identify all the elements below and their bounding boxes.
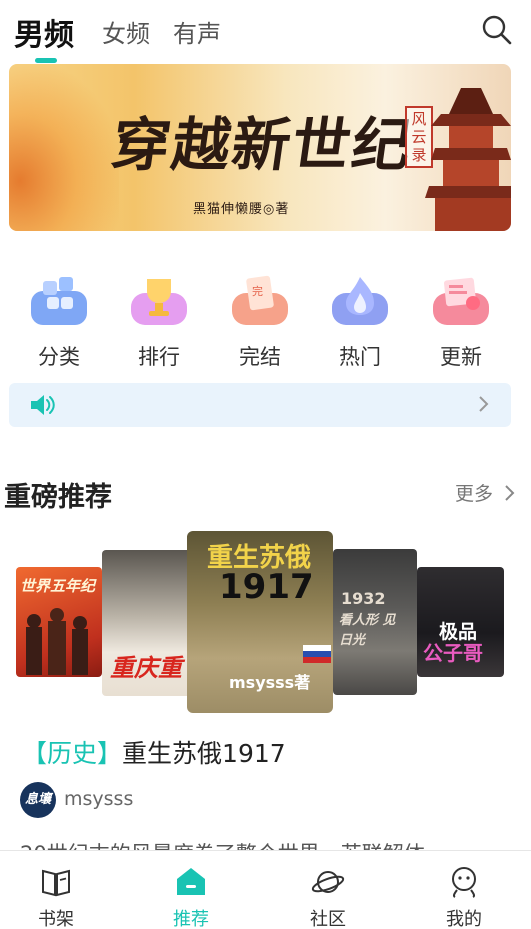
promo-banner[interactable]: 穿越新世纪 风云录 黑猫伸懒腰◎著 bbox=[9, 64, 511, 231]
category-label: 分类 bbox=[38, 345, 80, 369]
cover-subtitle: 公子哥 bbox=[423, 641, 483, 665]
featured-book-heading[interactable]: 【历史】重生苏俄1917 bbox=[22, 734, 286, 770]
cover-figures-art bbox=[26, 608, 88, 675]
nav-label: 社区 bbox=[310, 909, 346, 929]
book-cover[interactable]: 极品 公子哥 bbox=[417, 567, 504, 677]
category-item-update[interactable]: 更新 bbox=[421, 275, 501, 371]
russia-flag-icon bbox=[303, 645, 331, 663]
nav-label: 我的 bbox=[446, 909, 482, 929]
book-cover[interactable]: 1932 看人形 见日光 bbox=[333, 549, 417, 695]
banner-author: 黑猫伸懒腰◎著 bbox=[193, 202, 290, 217]
featured-book-title: 重生苏俄1917 bbox=[122, 739, 286, 768]
genre-tag: 历史 bbox=[47, 739, 98, 768]
more-link[interactable]: 更多 bbox=[455, 479, 515, 506]
section-title: 重磅推荐 bbox=[4, 482, 112, 513]
nav-item-recommend[interactable]: 推荐 bbox=[151, 865, 231, 929]
chevron-right-icon bbox=[505, 485, 515, 501]
category-item-classify[interactable]: 分类 bbox=[19, 275, 99, 371]
tab-female[interactable]: 女频 bbox=[102, 14, 150, 49]
category-item-ranking[interactable]: 排行 bbox=[119, 275, 199, 371]
bottom-nav: 书架 推荐 社区 我的 bbox=[0, 850, 531, 929]
update-icon bbox=[431, 275, 491, 327]
pagoda-illustration bbox=[425, 88, 511, 231]
category-item-hot[interactable]: 热门 bbox=[320, 275, 400, 371]
cover-author: msysss著 bbox=[229, 673, 311, 692]
category-label: 热门 bbox=[339, 345, 381, 369]
cover-title: 重庆重 bbox=[110, 654, 182, 682]
bookshelf-icon bbox=[39, 865, 73, 899]
nav-item-profile[interactable]: 我的 bbox=[424, 865, 504, 929]
tab-indicator bbox=[35, 58, 57, 63]
search-icon[interactable] bbox=[481, 14, 513, 46]
trophy-icon bbox=[129, 275, 189, 327]
category-icon bbox=[29, 275, 89, 327]
author-name: msysss bbox=[64, 788, 134, 810]
nav-label: 推荐 bbox=[173, 909, 209, 929]
nav-label: 书架 bbox=[38, 909, 74, 929]
category-grid: 分类 排行 完 完结 热门 更新 bbox=[0, 275, 531, 375]
chevron-right-icon bbox=[477, 395, 489, 418]
banner-flame-art bbox=[9, 64, 119, 231]
genre-bracket-close: 】 bbox=[97, 739, 123, 768]
flame-icon bbox=[330, 275, 390, 327]
tab-male[interactable]: 男频 bbox=[14, 10, 74, 54]
cover-title: 世界五年纪 bbox=[20, 577, 96, 595]
more-label: 更多 bbox=[454, 483, 493, 505]
speaker-icon bbox=[29, 394, 57, 420]
book-cover[interactable]: 重庆重 bbox=[102, 550, 194, 696]
category-label: 更新 bbox=[440, 345, 482, 369]
avatar: 息壤 bbox=[20, 782, 56, 818]
nav-item-bookshelf[interactable]: 书架 bbox=[16, 865, 96, 929]
category-item-finished[interactable]: 完 完结 bbox=[220, 275, 300, 371]
tab-audio[interactable]: 有声 bbox=[173, 14, 221, 49]
cover-subtitle: 1917 bbox=[219, 567, 314, 607]
cover-title: 1932 bbox=[341, 589, 386, 608]
home-icon bbox=[174, 865, 208, 899]
svg-text:完: 完 bbox=[252, 284, 263, 298]
category-label: 完结 bbox=[239, 345, 281, 369]
genre-bracket-open: 【 bbox=[22, 739, 48, 768]
nav-item-community[interactable]: 社区 bbox=[288, 865, 368, 929]
book-cover[interactable]: 世界五年纪 bbox=[16, 567, 102, 677]
profile-icon bbox=[447, 865, 481, 899]
category-label: 排行 bbox=[138, 345, 180, 369]
book-cover-featured[interactable]: 重生苏俄 1917 msysss著 bbox=[187, 531, 333, 713]
planet-icon bbox=[311, 865, 345, 899]
top-tab-bar: 男频 女频 有声 bbox=[0, 0, 531, 64]
finished-icon: 完 bbox=[230, 275, 290, 327]
cover-subtitle: 看人形 见日光 bbox=[339, 613, 396, 648]
notice-bar[interactable] bbox=[9, 383, 511, 427]
banner-title: 穿越新世纪 bbox=[107, 111, 418, 179]
